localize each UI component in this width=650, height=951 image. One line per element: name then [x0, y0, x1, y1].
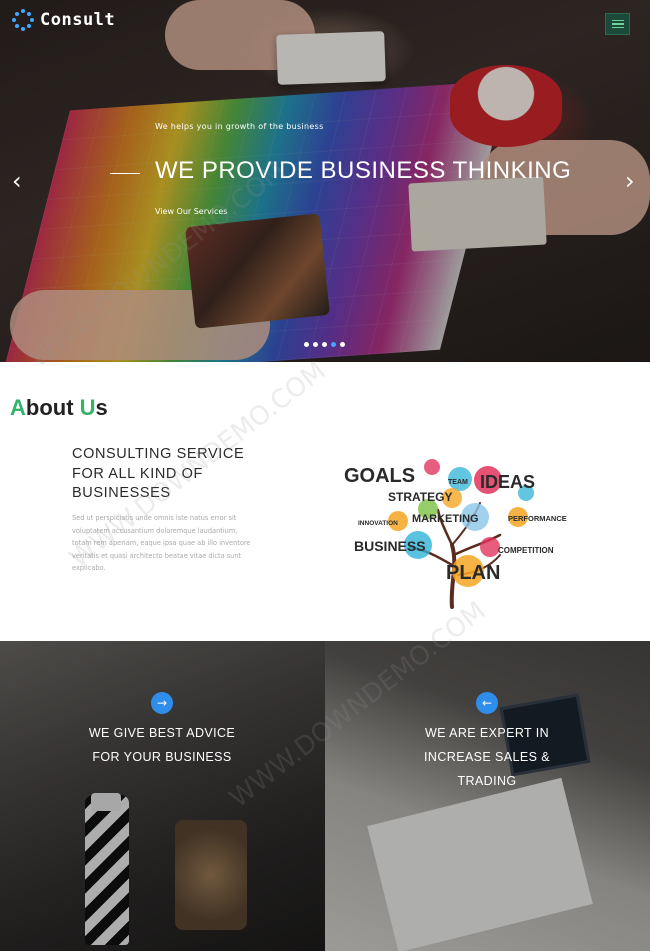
tree-word: BUSINESS — [354, 538, 426, 554]
slider-dot[interactable] — [331, 342, 336, 347]
tree-word: PLAN — [446, 562, 500, 584]
arrow-left-icon[interactable]: ← — [476, 692, 498, 714]
feature-panel-sales: ← WE ARE EXPERT IN INCREASE SALES & TRAD… — [325, 641, 650, 951]
panel-overlay — [325, 641, 650, 951]
hero-kicker: We helps you in growth of the business — [155, 122, 324, 131]
hero-divider — [110, 173, 140, 174]
tree-word: STRATEGY — [388, 490, 452, 504]
hamburger-icon — [611, 19, 624, 22]
dot-ring-icon — [12, 9, 34, 31]
slider-dot[interactable] — [304, 342, 309, 347]
slider-prev-button[interactable]: ‹ — [12, 168, 26, 194]
feature-panel-advice: → WE GIVE BEST ADVICE FOR YOUR BUSINESS — [0, 641, 325, 951]
logo-text: Consult — [40, 10, 116, 30]
feature-text-advice: WE GIVE BEST ADVICE FOR YOUR BUSINESS — [88, 726, 236, 764]
feature-text-sales: WE ARE EXPERT IN INCREASE SALES & TRADIN… — [424, 726, 550, 788]
tree-word: TEAM — [448, 479, 468, 486]
arrow-right-icon[interactable]: → — [151, 692, 173, 714]
about-heading: About Us — [10, 395, 108, 420]
hero-slider: Consult ‹ › We helps you in growth of th… — [0, 0, 650, 362]
menu-button[interactable] — [605, 13, 630, 35]
slider-dot[interactable] — [313, 342, 318, 347]
slider-dot[interactable] — [322, 342, 327, 347]
tree-word: MARKETING — [412, 513, 479, 525]
tree-word: COMPETITION — [498, 546, 554, 555]
panel-overlay — [0, 641, 325, 951]
view-services-link[interactable]: View Our Services — [155, 207, 227, 216]
about-body-text: Sed ut perspiciatis unde omnis iste natu… — [72, 514, 251, 573]
slider-dots — [304, 342, 345, 347]
about-subheading: CONSULTING SERVICE FOR ALL KIND OF BUSIN… — [72, 446, 245, 501]
slider-dot[interactable] — [340, 342, 345, 347]
tree-word: GOALS — [344, 465, 415, 487]
tree-word: IDEAS — [480, 472, 535, 492]
tree-word: PERFORMANCE — [508, 514, 567, 523]
tree-word: INNOVATION — [358, 520, 398, 527]
site-logo[interactable]: Consult — [12, 9, 115, 31]
business-tree-illustration: GOALS TEAM IDEAS STRATEGY INNOVATION MAR… — [344, 459, 567, 609]
hero-title: WE PROVIDE BUSINESS THINKING — [155, 157, 572, 184]
slider-next-button[interactable]: › — [625, 168, 639, 194]
